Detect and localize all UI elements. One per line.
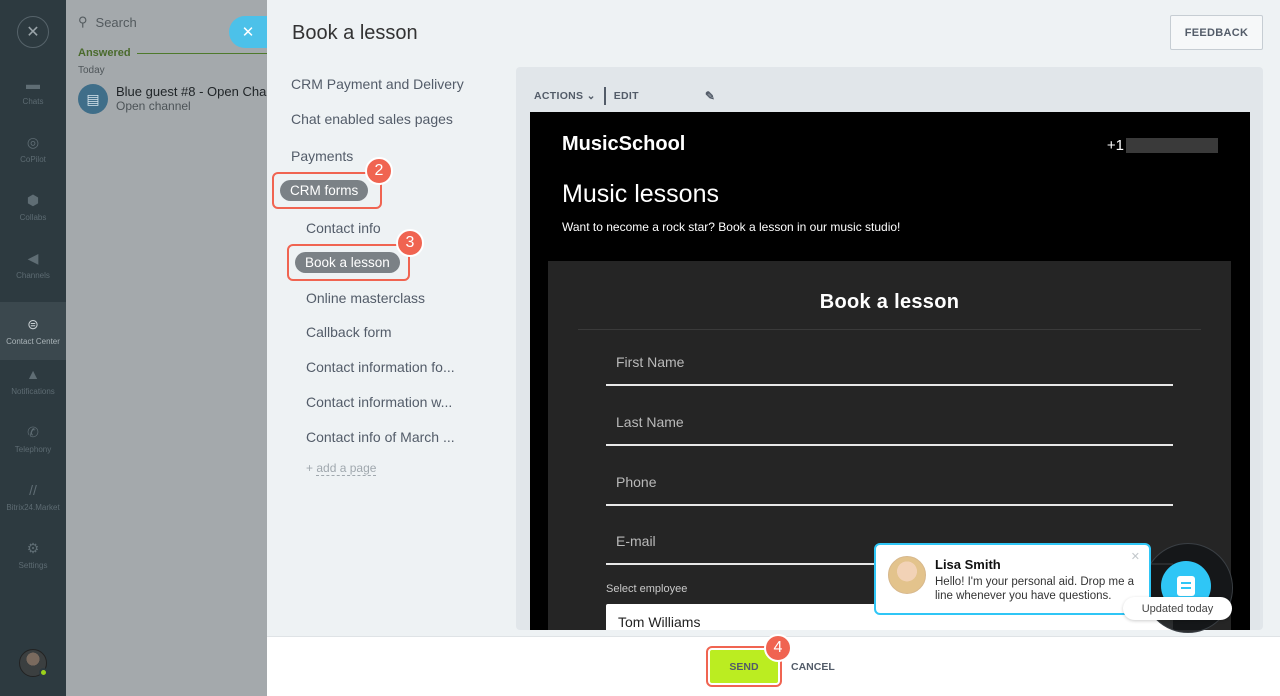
online-status-dot <box>39 668 48 677</box>
agent-name: Lisa Smith <box>935 557 1001 572</box>
menu-item-callback-form[interactable]: Callback form <box>306 324 392 340</box>
phone-prefix: +1 <box>1106 137 1124 154</box>
site-tagline: Want to necome a rock star? Book a lesso… <box>562 220 901 234</box>
first-name-placeholder: First Name <box>616 354 685 370</box>
close-icon: ✕ <box>241 24 255 41</box>
email-placeholder: E-mail <box>616 533 656 549</box>
section-answered: Answered <box>78 47 267 59</box>
site-logo: MusicSchool <box>562 133 686 155</box>
site-headline: Music lessons <box>562 180 719 208</box>
nav-item-copilot[interactable]: ◎ CoPilot <box>0 120 66 178</box>
menu-item-contact-info-w[interactable]: Contact information w... <box>306 394 452 410</box>
open-channel-icon: ▤ <box>78 84 108 114</box>
nav-label: Contact Center <box>6 337 60 346</box>
contact-center-icon: ⊜ <box>27 315 39 332</box>
preview-toolbar: ACTIONS ⌄ EDIT ✎ <box>534 87 715 105</box>
nav-item-telephony[interactable]: ✆ Telephony <box>0 410 66 468</box>
chat-list-item[interactable]: ▤ Blue guest #8 - Open Cha Open channel <box>78 84 267 114</box>
nav-label: Chats <box>22 97 44 106</box>
first-name-field[interactable]: First Name <box>606 346 1173 386</box>
employee-select-value: Tom Williams <box>618 614 701 630</box>
chat-list-panel: ⚲ Search Answered Today ▤ Blue guest #8 … <box>66 0 267 696</box>
nav-item-channels[interactable]: ◀ Channels <box>0 236 66 294</box>
step-badge-4: 4 <box>764 634 792 662</box>
user-avatar[interactable] <box>19 649 48 677</box>
last-name-placeholder: Last Name <box>616 414 684 430</box>
updated-label: Updated today <box>1123 597 1232 620</box>
phone-icon: ✆ <box>27 423 39 440</box>
employee-select-label: Select employee <box>606 583 688 595</box>
step-badge-3: 3 <box>396 229 424 257</box>
form-divider <box>578 329 1201 330</box>
bottom-action-bar: SEND 4 CANCEL <box>267 634 1280 696</box>
menu-item-contact-info-fo[interactable]: Contact information fo... <box>306 359 455 375</box>
nav-label: Notifications <box>11 387 55 396</box>
phone-placeholder: Phone <box>616 474 657 490</box>
nav-item-settings[interactable]: ⚙ Settings <box>0 526 66 584</box>
nav-label: Bitrix24.Market <box>6 503 60 512</box>
chevron-down-icon: ⌄ <box>586 90 596 102</box>
menu-item-chat-sales-pages[interactable]: Chat enabled sales pages <box>291 111 453 127</box>
collabs-icon: ⬢ <box>26 191 40 208</box>
slider-close-button[interactable]: ✕ <box>229 16 267 48</box>
chat-subtitle: Open channel <box>116 99 191 113</box>
chat-name: Blue guest #8 - Open Cha <box>116 84 267 99</box>
menu-item-crm-forms[interactable]: CRM forms <box>280 180 369 201</box>
toolbar-divider <box>603 87 606 105</box>
actions-label: ACTIONS <box>534 90 584 102</box>
copilot-icon: ◎ <box>26 133 40 150</box>
menu-item-crm-payment[interactable]: CRM Payment and Delivery <box>291 76 464 92</box>
chat-search[interactable]: ⚲ Search <box>78 14 137 30</box>
form-title: Book a lesson <box>819 291 960 313</box>
menu-item-online-masterclass[interactable]: Online masterclass <box>306 290 425 306</box>
section-divider <box>136 52 267 54</box>
menu-item-contact-info-march[interactable]: Contact info of March ... <box>306 429 455 445</box>
add-page-label: add a page <box>316 461 377 476</box>
chat-widget-bubble[interactable]: Lisa Smith Hello! I'm your personal aid.… <box>874 543 1151 615</box>
menu-item-payments[interactable]: Payments <box>291 148 353 164</box>
nav-item-bitrix24-market[interactable]: // Bitrix24.Market <box>0 468 66 526</box>
edit-button[interactable]: EDIT <box>614 90 639 102</box>
section-answered-label: Answered <box>78 47 131 59</box>
page-title: Book a lesson <box>292 22 418 44</box>
nav-label: Channels <box>16 271 50 280</box>
feedback-button[interactable]: FEEDBACK <box>1170 15 1263 50</box>
search-placeholder: Search <box>95 14 137 30</box>
close-icon[interactable]: ✕ <box>1131 550 1140 563</box>
step-badge-2: 2 <box>365 157 393 185</box>
left-navigation: ✕ ▬ Chats ◎ CoPilot ⬢ Collabs ◀ Channels ⊜ Contac… <box>0 0 66 696</box>
nav-label: CoPilot <box>20 155 46 164</box>
last-name-field[interactable]: Last Name <box>606 406 1173 446</box>
channels-icon: ◀ <box>27 249 39 266</box>
nav-label: Settings <box>18 561 48 570</box>
pencil-icon[interactable]: ✎ <box>705 89 715 103</box>
add-page-link[interactable]: + add a page <box>306 461 377 476</box>
nav-item-collabs[interactable]: ⬢ Collabs <box>0 178 66 236</box>
cancel-button[interactable]: CANCEL <box>791 661 835 673</box>
search-icon: ⚲ <box>78 14 88 29</box>
nav-label: Collabs <box>19 213 47 222</box>
group-today: Today <box>78 65 105 76</box>
bell-icon: ▲ <box>26 366 40 382</box>
form-icon <box>1177 576 1195 596</box>
site-phone: +1 <box>1107 137 1218 154</box>
nav-label: Telephony <box>14 445 52 454</box>
phone-field[interactable]: Phone <box>606 466 1173 506</box>
close-icon[interactable]: ✕ <box>17 16 49 48</box>
nav-item-chats[interactable]: ▬ Chats <box>0 62 66 120</box>
chats-icon: ▬ <box>26 76 40 92</box>
gear-icon: ⚙ <box>26 539 40 556</box>
phone-blurred <box>1126 138 1218 153</box>
actions-dropdown[interactable]: ACTIONS ⌄ <box>534 90 596 102</box>
market-icon: // <box>29 482 37 498</box>
nav-item-notifications[interactable]: ▲ Notifications <box>0 352 66 410</box>
menu-item-book-a-lesson[interactable]: Book a lesson <box>295 252 400 273</box>
menu-item-contact-info[interactable]: Contact info <box>306 220 381 236</box>
agent-avatar <box>888 556 926 594</box>
agent-message: Hello! I'm your personal aid. Drop me a … <box>935 576 1135 602</box>
add-page-plus: + <box>306 461 314 475</box>
